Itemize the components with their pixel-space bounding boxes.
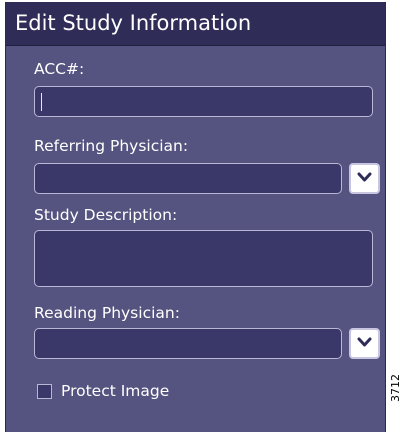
referring-physician-label: Referring Physician: [34,137,189,155]
figure-id: 3712 [389,374,402,402]
text-cursor [41,93,42,111]
reading-physician-field[interactable] [34,328,342,359]
acc-input[interactable] [35,87,372,116]
edit-study-information-panel: Edit Study Information ACC#: Referring P… [5,2,386,432]
acc-label: ACC#: [34,60,85,78]
panel-titlebar: Edit Study Information [6,2,385,46]
panel-title: Edit Study Information [15,11,252,35]
referring-physician-dropdown-button[interactable] [349,163,380,194]
chevron-down-icon [357,337,372,347]
protect-image-label: Protect Image [61,382,170,400]
referring-physician-field[interactable] [34,163,342,194]
reading-physician-dropdown-button[interactable] [349,328,380,359]
study-description-field[interactable] [34,230,373,287]
acc-field[interactable] [34,86,373,117]
study-description-input[interactable] [35,231,372,286]
study-description-label: Study Description: [34,206,178,224]
reading-physician-label: Reading Physician: [34,304,180,322]
chevron-down-icon [357,172,372,182]
protect-image-checkbox[interactable] [37,384,52,399]
reading-physician-input[interactable] [35,329,341,358]
referring-physician-input[interactable] [35,164,341,193]
